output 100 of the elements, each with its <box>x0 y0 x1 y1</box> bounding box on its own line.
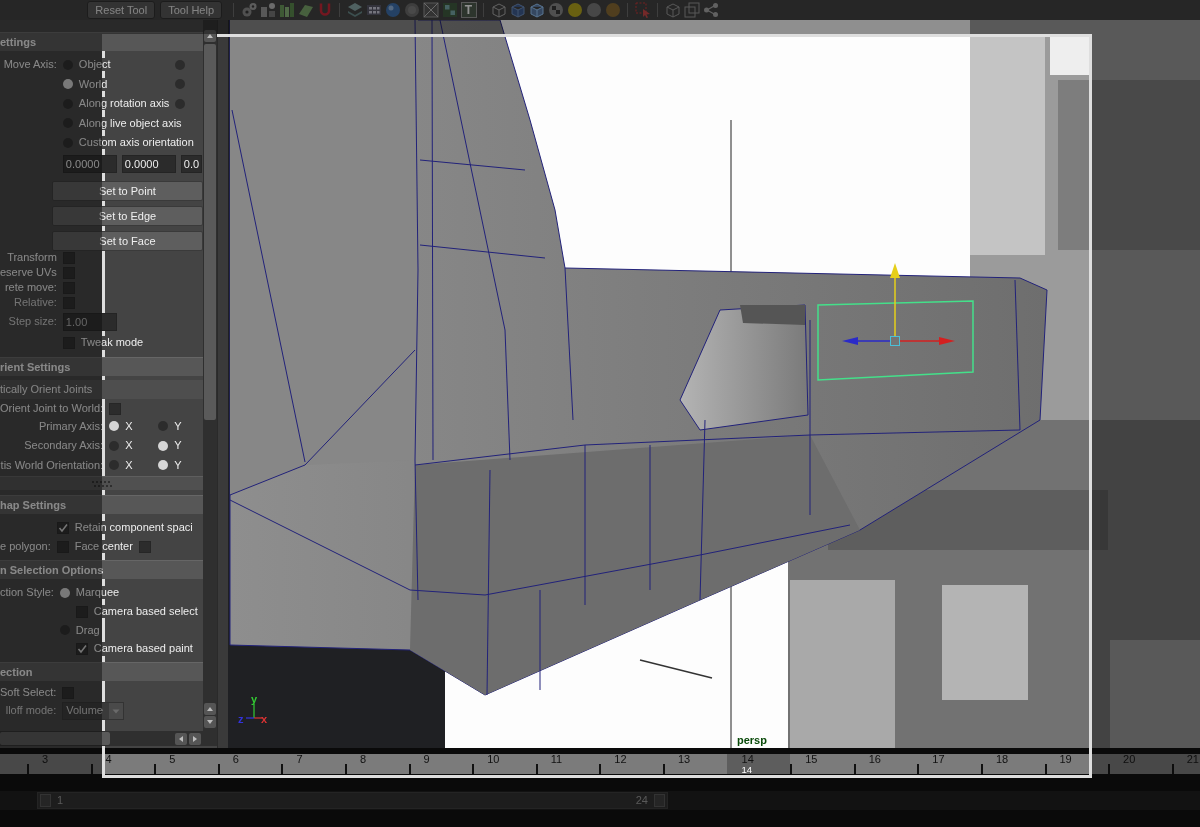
scroll-down-icon[interactable] <box>204 716 216 728</box>
scroll-thumb[interactable] <box>0 732 110 745</box>
scroll-up-icon[interactable] <box>204 703 216 715</box>
timeline-frame[interactable]: 7 <box>296 754 303 765</box>
reset-tool-button[interactable]: Reset Tool <box>87 1 156 19</box>
timeline-frame[interactable]: 8 <box>359 754 367 765</box>
timeline-frame[interactable]: 12 <box>614 754 627 765</box>
timeline-frame[interactable]: 11 <box>550 754 563 765</box>
selection-cursor-icon[interactable] <box>634 2 651 18</box>
timeline-frame[interactable]: 10 <box>487 754 500 765</box>
up-arrow-icon[interactable] <box>890 263 900 337</box>
checkbox[interactable] <box>75 643 88 655</box>
input-field[interactable]: 0.0000 <box>121 155 176 173</box>
cube-icon[interactable] <box>509 2 526 18</box>
subsection-header[interactable]: tically Orient Joints <box>0 379 203 399</box>
section-header[interactable]: ettings <box>0 32 203 51</box>
timeline-frame[interactable]: 17 <box>932 754 945 765</box>
field-label: ction Style: <box>0 586 54 600</box>
sphere-icon[interactable] <box>604 2 621 18</box>
timeline-frame[interactable]: 19 <box>1059 754 1072 765</box>
field-label: Soft Select: <box>0 685 57 700</box>
grip-icon <box>91 480 112 487</box>
field-label: Move Axis: <box>3 58 57 72</box>
axis-label: x <box>261 713 268 725</box>
text-tool-button[interactable]: T <box>460 2 477 18</box>
radio-button[interactable] <box>59 587 70 598</box>
tool-help-button[interactable]: Tool Help <box>160 1 222 19</box>
camera-label: persp <box>737 734 767 746</box>
plane-icon[interactable] <box>297 2 314 18</box>
field-label: rete move: <box>4 281 57 295</box>
recessed-slot <box>740 305 805 325</box>
section-header[interactable]: n Selection Options <box>0 560 203 579</box>
timeline-frame[interactable]: 16 <box>868 754 881 765</box>
action-button[interactable]: Set to Edge <box>51 205 203 226</box>
timeline-frame[interactable]: 9 <box>423 754 430 765</box>
field-label: Transform <box>7 251 57 265</box>
checker-sphere-icon[interactable] <box>547 2 564 18</box>
sphere-icon[interactable] <box>566 2 583 18</box>
field-label: eserve UVs <box>0 266 57 280</box>
grid-icon[interactable] <box>422 2 439 18</box>
wireframe-cube-icon[interactable] <box>664 2 681 18</box>
center-handle-icon[interactable] <box>890 336 900 346</box>
section-header[interactable]: ection <box>0 662 203 681</box>
radio-button[interactable] <box>158 460 169 471</box>
checkbox[interactable] <box>56 521 69 534</box>
option-label: Camera based paint <box>93 642 193 656</box>
timeline-frame[interactable]: 18 <box>995 754 1009 765</box>
timeline-frame[interactable]: 4 <box>105 754 112 765</box>
radio-button[interactable] <box>175 79 186 90</box>
input-field[interactable]: 0.0000 <box>62 155 117 173</box>
sphere-icon[interactable] <box>384 2 401 18</box>
radio-button[interactable] <box>175 59 186 70</box>
field-label: Relative: <box>14 296 57 310</box>
timeline-frame[interactable]: 15 <box>805 754 818 765</box>
radio-button[interactable] <box>109 440 120 451</box>
timeline-frame[interactable]: 5 <box>169 754 176 765</box>
cube-icon[interactable] <box>528 2 545 18</box>
objects-icon[interactable] <box>259 2 276 18</box>
option-label: Y <box>174 419 182 433</box>
disc-icon[interactable] <box>403 2 420 18</box>
option-label: Y <box>174 458 182 472</box>
radio-button[interactable] <box>109 460 120 471</box>
scroll-up-icon[interactable] <box>204 30 216 42</box>
layers-icon[interactable] <box>346 2 363 18</box>
axis-lines-drawing <box>245 703 263 719</box>
tiles-icon[interactable] <box>441 2 458 18</box>
action-button[interactable]: Set to Point <box>51 180 203 201</box>
input-field[interactable]: 0.0 <box>180 155 203 173</box>
overlapping-squares-icon[interactable] <box>683 2 700 18</box>
action-button[interactable]: Set to Face <box>51 230 203 251</box>
right-arrow-icon[interactable] <box>899 337 955 345</box>
film-strip-icon[interactable] <box>365 2 382 18</box>
timeline-frame[interactable]: 6 <box>232 754 239 765</box>
scroll-left-icon[interactable] <box>175 732 187 745</box>
section-header[interactable]: hap Settings <box>0 495 203 514</box>
timeline-frame[interactable]: 13 <box>677 754 691 765</box>
radio-button[interactable] <box>109 421 120 432</box>
radio-button[interactable] <box>158 421 169 432</box>
left-arrow-icon[interactable] <box>842 337 891 345</box>
wireframe-cube-icon[interactable] <box>490 2 507 18</box>
timeline-frame[interactable]: 14 <box>741 754 754 765</box>
axis-label: y <box>251 693 258 705</box>
splitter-bar[interactable] <box>0 476 203 490</box>
section-header[interactable]: rient Settings <box>0 356 203 376</box>
scroll-thumb[interactable] <box>204 44 216 420</box>
field-label: lloff mode: <box>5 704 57 718</box>
field-label: Primary Axis: <box>38 419 104 433</box>
radio-button[interactable] <box>62 79 73 90</box>
sphere-icon[interactable] <box>585 2 602 18</box>
connected-nodes-icon[interactable] <box>702 2 719 18</box>
option-label: X <box>125 458 133 472</box>
scroll-right-icon[interactable] <box>189 732 201 745</box>
bars-icon[interactable] <box>278 2 295 18</box>
radio-button[interactable] <box>175 98 186 109</box>
field-label: Step size: <box>8 315 57 329</box>
checkbox[interactable] <box>109 403 122 415</box>
radio-button[interactable] <box>158 440 169 451</box>
field-label: Secondary Axis: <box>24 439 104 453</box>
checkbox[interactable] <box>138 540 151 553</box>
gears-icon[interactable] <box>240 2 257 18</box>
